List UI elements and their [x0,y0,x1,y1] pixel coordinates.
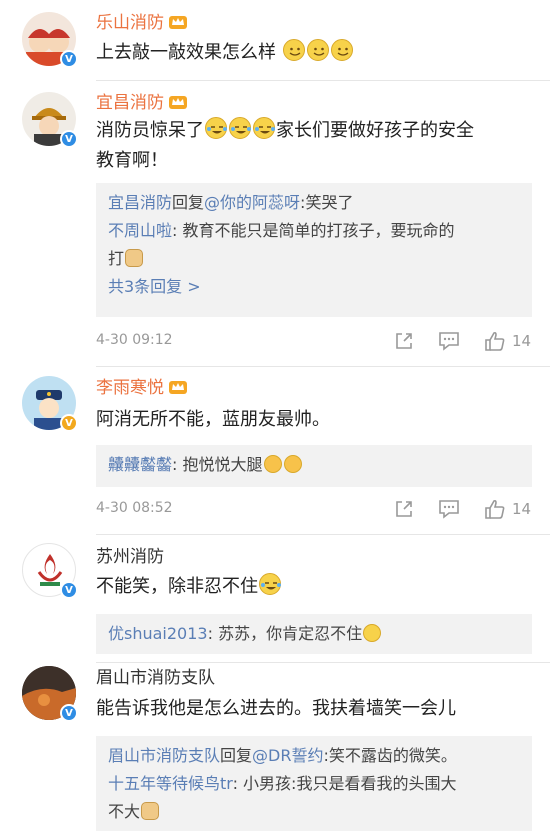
comment-meta: 4-30 08:52 14 [96,498,532,520]
share-icon[interactable] [394,330,414,352]
comment-icon[interactable] [438,498,460,520]
comment-text: 上去敲一敲效果怎么样 [96,38,530,68]
author-name: 眉山市消防支队 [96,668,215,688]
comment-author[interactable]: 苏州消防 [96,546,164,568]
author-name: 李雨寒悦 [96,378,164,398]
comment-meta: 4-30 09:12 14 [96,330,532,352]
kiss-emoji-icon [263,455,282,473]
avatar[interactable]: V [22,376,78,432]
thumbs-up-icon [484,331,506,351]
author-name: 乐山消防 [96,13,164,33]
laugh-cry-emoji-icon [259,573,281,595]
reply-content: : 抱悦悦大腿 [172,455,263,474]
comment-text-content: 能告诉我他是怎么进去的。我扶着墙笑一会儿 [96,698,456,719]
reply-verb: 回复 [172,193,205,212]
reply-box: 宜昌消防回复@你的阿蕊呀:笑哭了 不周山啦: 教育不能只是简单的打孩子，要玩命的… [96,183,532,317]
laugh-cry-emoji-icon [253,117,275,139]
comment-author[interactable]: 李雨寒悦 [96,377,188,399]
laugh-cry-emoji-icon [229,117,251,139]
reply-box: 眉山市消防支队回复@DR誓约:笑不露齿的微笑。 十五年等待候鸟tr: 小男孩:我… [96,736,532,831]
laugh-cry-emoji-icon [363,624,382,642]
reply-verb: 回复 [220,746,253,765]
reply-item[interactable]: 眉山市消防支队回复@DR誓约:笑不露齿的微笑。 [108,742,520,770]
comment-date: 4-30 09:12 [96,332,173,348]
comment-date: 4-30 08:52 [96,500,173,516]
comment-text-content: 不能笑，除非忍不住 [96,576,258,597]
reply-item[interactable]: 优shuai2013: 苏苏，你肯定忍不住 [108,620,520,648]
reply-author[interactable]: 齉齉齾齾 [108,455,172,474]
author-name: 苏州消防 [96,547,164,567]
reply-author[interactable]: 眉山市消防支队 [108,746,220,765]
avatar[interactable]: V [22,92,78,148]
divider [96,366,550,367]
like-button[interactable]: 14 [484,330,531,352]
laugh-cry-emoji-icon [205,117,227,139]
comment-author[interactable]: 宜昌消防 [96,92,188,114]
kiss-emoji-icon [283,455,302,473]
reply-author[interactable]: 优shuai2013 [108,624,208,643]
verified-badge-icon: V [60,704,78,722]
avatar[interactable]: V [22,543,78,599]
verified-badge-icon: V [60,581,78,599]
avatar[interactable]: V [22,12,78,68]
reply-box: 优shuai2013: 苏苏，你肯定忍不住 [96,614,532,654]
reply-author[interactable]: 十五年等待候鸟tr [108,774,233,793]
comment-icon[interactable] [438,330,460,352]
comment-text: 消防员惊呆了 家长们要做好孩子的安全 教育啊！ [96,116,530,176]
reply-item[interactable]: 不周山啦: 教育不能只是简单的打孩子，要玩命的 打 [108,217,520,273]
smile-emoji-icon [330,39,353,61]
more-replies-link[interactable]: 共3条回复 > [108,273,520,301]
comment-text-content: 上去敲一敲效果怎么样 [96,42,276,63]
doge-emoji-icon [141,802,160,820]
verified-badge-icon: V [60,130,78,148]
reply-mention[interactable]: @DR誓约 [252,746,323,765]
reply-box: 齉齉齾齾: 抱悦悦大腿 [96,445,532,487]
share-icon[interactable] [394,498,414,520]
verified-badge-icon: V [60,414,78,432]
reply-mention[interactable]: @你的阿蕊呀 [204,193,300,212]
crown-icon [168,14,188,30]
reply-content: : 苏苏，你肯定忍不住 [207,624,363,643]
avatar[interactable]: V [22,666,78,722]
reply-item[interactable]: 齉齉齾齾: 抱悦悦大腿 [108,451,520,479]
doge-emoji-icon [125,249,144,267]
divider [96,80,550,81]
comment-text-content: 阿消无所不能，蓝朋友最帅。 [96,409,330,430]
reply-content: 不大 [108,802,141,821]
comment-text: 阿消无所不能，蓝朋友最帅。 [96,405,530,435]
comment-text-content: 消防员惊呆了 [96,120,204,141]
smile-emoji-icon [306,39,329,61]
like-count: 14 [512,500,532,518]
comment-text-content: 家长们要做好孩子的安全 [276,120,474,141]
thumbs-up-icon [484,499,506,519]
comment-text: 不能笑，除非忍不住 [96,572,530,602]
comment-author[interactable]: 眉山市消防支队 [96,667,215,689]
reply-content: : 小男孩:我只是看看我的头围大 [232,774,457,793]
reply-content: : 教育不能只是简单的打孩子，要玩命的 [172,221,455,240]
reply-item[interactable]: 宜昌消防回复@你的阿蕊呀:笑哭了 [108,189,520,217]
reply-item[interactable]: 十五年等待候鸟tr: 小男孩:我只是看看我的头围大 不大 [108,770,520,826]
reply-content: :笑不露齿的微笑。 [323,746,457,765]
like-button[interactable]: 14 [484,498,531,520]
reply-content: 打 [108,249,125,268]
author-name: 宜昌消防 [96,93,164,113]
divider [96,662,550,663]
reply-author[interactable]: 不周山啦 [108,221,172,240]
comment-author[interactable]: 乐山消防 [96,12,188,34]
divider [96,534,550,535]
crown-icon [168,379,188,395]
reply-content: :笑哭了 [300,193,354,212]
like-count: 14 [512,332,532,350]
smile-emoji-icon [282,39,305,61]
verified-badge-icon: V [60,50,78,68]
comment-text-content: 教育啊！ [96,150,168,171]
comment-text: 能告诉我他是怎么进去的。我扶着墙笑一会儿 [96,694,530,724]
crown-icon [168,94,188,110]
reply-author[interactable]: 宜昌消防 [108,193,172,212]
